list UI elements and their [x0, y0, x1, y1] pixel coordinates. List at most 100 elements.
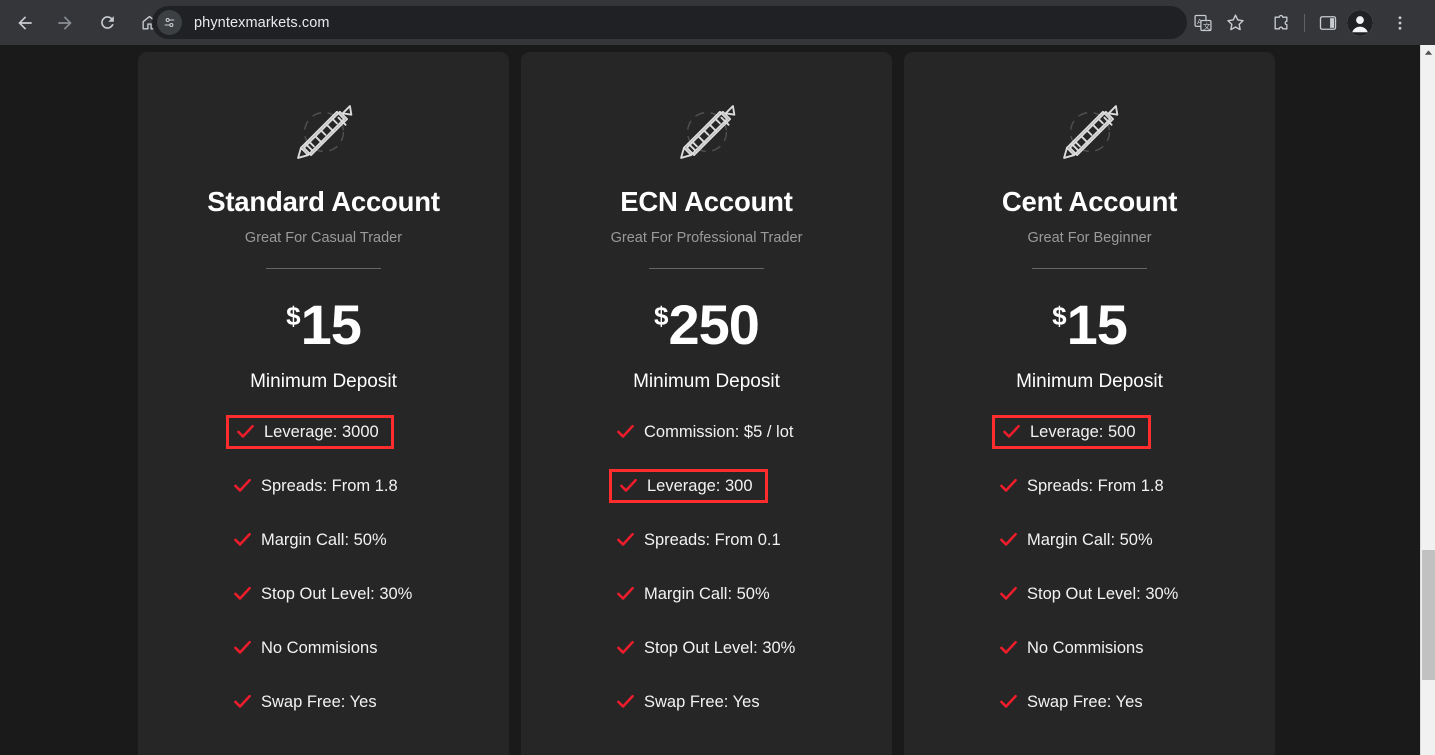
feature-label: Swap Free: Yes	[644, 692, 760, 711]
card-price: $ 15	[286, 293, 362, 356]
feature-item-highlighted: Leverage: 3000	[226, 415, 394, 449]
checkmark-icon	[1000, 586, 1017, 600]
checkmark-icon	[617, 640, 634, 654]
feature-list: Leverage: 500 Spreads: From 1.8 Margin C…	[904, 415, 1275, 739]
translate-button[interactable]: A 文	[1187, 7, 1219, 39]
back-icon	[18, 15, 32, 30]
feature-item: Swap Free: Yes	[232, 685, 383, 719]
checkmark-icon-wrap	[617, 694, 634, 711]
checkmark-icon	[234, 640, 251, 654]
forward-icon	[58, 15, 72, 30]
checkmark-icon-wrap	[234, 694, 251, 711]
feature-label: Margin Call: 50%	[261, 530, 387, 549]
checkmark-icon-wrap	[234, 478, 251, 495]
feature-item: Commission: $5 / lot	[615, 415, 799, 449]
extensions-button[interactable]	[1265, 7, 1297, 39]
profile-button[interactable]	[1347, 9, 1373, 36]
card-divider	[266, 268, 381, 269]
card-icon	[284, 96, 364, 168]
bookmark-button[interactable]	[1219, 7, 1251, 39]
feature-item: Margin Call: 50%	[998, 523, 1159, 557]
svg-text:文: 文	[1203, 20, 1211, 30]
browser-toolbar: phyntexmarkets.com A 文	[0, 0, 1435, 45]
checkmark-icon-wrap	[234, 586, 251, 603]
price-label: Minimum Deposit	[1016, 371, 1163, 392]
side-panel-button[interactable]	[1312, 7, 1344, 39]
feature-item: Spreads: From 1.8	[232, 469, 404, 503]
price-currency: $	[286, 301, 301, 331]
star-icon	[1226, 14, 1244, 31]
checkmark-icon-wrap	[617, 586, 634, 603]
price-amount: 15	[1066, 293, 1128, 356]
checkmark-icon	[617, 694, 634, 708]
site-information-button[interactable]	[157, 10, 182, 35]
reload-button[interactable]	[90, 6, 124, 40]
price-label: Minimum Deposit	[250, 371, 397, 392]
feature-label: Spreads: From 0.1	[644, 530, 781, 549]
card-icon	[1050, 96, 1130, 168]
feature-label: No Commisions	[1027, 638, 1144, 657]
feature-item: No Commisions	[998, 631, 1149, 665]
checkmark-icon	[617, 424, 634, 438]
feature-label: Leverage: 3000	[264, 422, 379, 441]
checkmark-icon-wrap	[620, 478, 637, 495]
feature-item: Swap Free: Yes	[998, 685, 1149, 719]
feature-item: Stop Out Level: 30%	[615, 631, 801, 665]
feature-label: Swap Free: Yes	[261, 692, 377, 711]
checkmark-icon-wrap	[1000, 694, 1017, 711]
card-subtitle: Great For Professional Trader	[610, 230, 803, 246]
three-dot-menu-icon	[1398, 15, 1402, 30]
feature-item: Swap Free: Yes	[615, 685, 766, 719]
card-title: ECN Account	[620, 186, 793, 217]
feature-item: Margin Call: 50%	[232, 523, 393, 557]
feature-label: No Commisions	[261, 638, 378, 657]
page-content: Standard Account Great For Casual Trader…	[0, 45, 1420, 755]
feature-item-highlighted: Leverage: 300	[609, 469, 768, 503]
puzzle-icon	[1274, 14, 1288, 30]
pricing-cards-row: Standard Account Great For Casual Trader…	[138, 52, 1276, 755]
price-amount: 15	[300, 293, 362, 356]
checkmark-icon	[617, 586, 634, 600]
price-amount: 250	[668, 293, 760, 356]
scroll-up-button[interactable]	[1421, 45, 1435, 60]
vertical-scrollbar[interactable]	[1420, 45, 1435, 755]
address-bar[interactable]: phyntexmarkets.com	[152, 6, 1187, 39]
checkmark-icon	[234, 694, 251, 708]
feature-label: Stop Out Level: 30%	[261, 584, 413, 603]
price-label: Minimum Deposit	[633, 371, 780, 392]
card-price: $ 15	[1052, 293, 1128, 356]
checkmark-icon	[1000, 478, 1017, 492]
checkmark-icon	[1000, 694, 1017, 708]
back-button[interactable]	[8, 6, 42, 40]
forward-button[interactable]	[48, 6, 82, 40]
checkmark-icon	[234, 586, 251, 600]
feature-label: Margin Call: 50%	[644, 584, 770, 603]
pricing-card: Cent Account Great For Beginner $ 15 Min…	[904, 52, 1275, 755]
feature-label: Margin Call: 50%	[1027, 530, 1153, 549]
checkmark-icon-wrap	[1000, 532, 1017, 549]
checkmark-icon-wrap	[1003, 424, 1020, 441]
browser-menu-button[interactable]	[1384, 7, 1416, 39]
scrollbar-thumb[interactable]	[1422, 550, 1435, 680]
feature-label: Stop Out Level: 30%	[1027, 584, 1179, 603]
card-title: Cent Account	[1001, 186, 1178, 217]
pricing-card: ECN Account Great For Professional Trade…	[521, 52, 892, 755]
ruler-pencil-icon	[679, 105, 735, 159]
feature-label: Commission: $5 / lot	[644, 422, 794, 441]
checkmark-icon-wrap	[1000, 640, 1017, 657]
checkmark-icon-wrap	[617, 424, 634, 441]
checkmark-icon	[620, 478, 637, 492]
price-currency: $	[654, 301, 669, 331]
feature-item: No Commisions	[232, 631, 383, 665]
checkmark-icon-wrap	[617, 532, 634, 549]
feature-item: Spreads: From 0.1	[615, 523, 787, 557]
profile-avatar-icon	[1347, 9, 1373, 36]
ruler-pencil-icon	[1062, 105, 1118, 159]
checkmark-icon	[237, 424, 254, 438]
feature-item: Margin Call: 50%	[615, 577, 776, 611]
feature-label: Stop Out Level: 30%	[644, 638, 796, 657]
browser-actions: A 文	[1187, 0, 1416, 45]
site-settings-icon	[164, 17, 175, 28]
price-currency: $	[1052, 301, 1067, 331]
checkmark-icon	[234, 532, 251, 546]
